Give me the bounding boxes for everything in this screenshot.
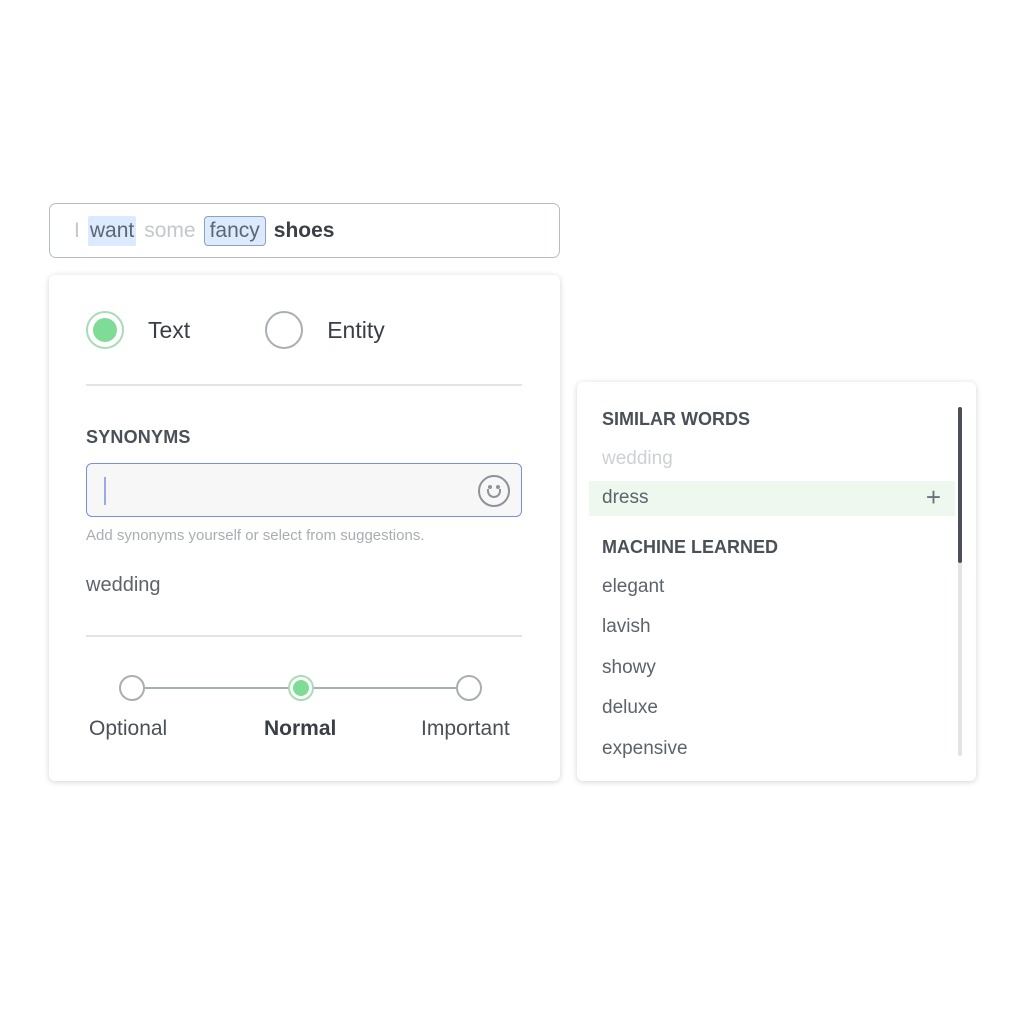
radio-selected-icon[interactable] <box>86 311 124 349</box>
suggestion-item-hovered[interactable]: dress + <box>589 481 955 516</box>
radio-option-entity[interactable]: Entity <box>265 311 385 349</box>
priority-optional-knob[interactable] <box>119 675 145 701</box>
suggestions-panel: SIMILAR WORDS wedding dress + MACHINE LE… <box>577 382 976 781</box>
match-type-radio-group: Text Entity <box>86 311 385 349</box>
query-token[interactable]: I <box>72 216 82 246</box>
query-token[interactable]: some <box>142 216 197 246</box>
radio-label: Text <box>148 316 191 343</box>
priority-label-normal[interactable]: Normal <box>264 717 336 741</box>
add-icon[interactable]: + <box>926 483 941 511</box>
emoji-icon[interactable] <box>478 475 510 507</box>
suggestion-item-disabled: wedding <box>602 448 673 469</box>
radio-unselected-icon[interactable] <box>265 311 304 349</box>
suggestion-item[interactable]: lavish <box>602 616 651 638</box>
machine-learned-title: MACHINE LEARNED <box>602 537 779 557</box>
suggestion-label: dress <box>602 487 649 508</box>
suggestion-item[interactable]: expensive <box>602 738 688 760</box>
divider <box>86 635 522 637</box>
similar-words-title: SIMILAR WORDS <box>602 409 750 429</box>
synonyms-title: SYNONYMS <box>86 427 191 447</box>
scrollbar-thumb[interactable] <box>958 407 962 563</box>
query-token[interactable]: shoes <box>272 216 337 246</box>
suggestion-item[interactable]: elegant <box>602 576 664 598</box>
priority-label-optional[interactable]: Optional <box>89 717 167 741</box>
priority-normal-knob[interactable] <box>288 675 314 701</box>
query-sentence-bar[interactable]: I want some fancy shoes <box>49 203 560 258</box>
suggestion-item[interactable]: showy <box>602 657 656 679</box>
radio-option-text[interactable]: Text <box>86 311 190 349</box>
token-settings-panel: Text Entity SYNONYMS Add synonyms yourse… <box>49 275 560 781</box>
suggestion-item[interactable]: deluxe <box>602 697 658 719</box>
priority-label-important[interactable]: Important <box>421 717 510 741</box>
synonym-hint: Add synonyms yourself or select from sug… <box>86 527 425 544</box>
divider <box>86 384 522 386</box>
stage: I want some fancy shoes Text Entity SYNO… <box>0 0 1024 1024</box>
text-caret <box>104 477 106 505</box>
priority-important-knob[interactable] <box>456 675 482 701</box>
query-token-selected[interactable]: fancy <box>203 215 266 246</box>
query-token-highlighted[interactable]: want <box>87 215 137 246</box>
synonym-input[interactable] <box>86 463 522 517</box>
synonym-item[interactable]: wedding <box>86 574 161 597</box>
radio-label: Entity <box>327 316 385 343</box>
